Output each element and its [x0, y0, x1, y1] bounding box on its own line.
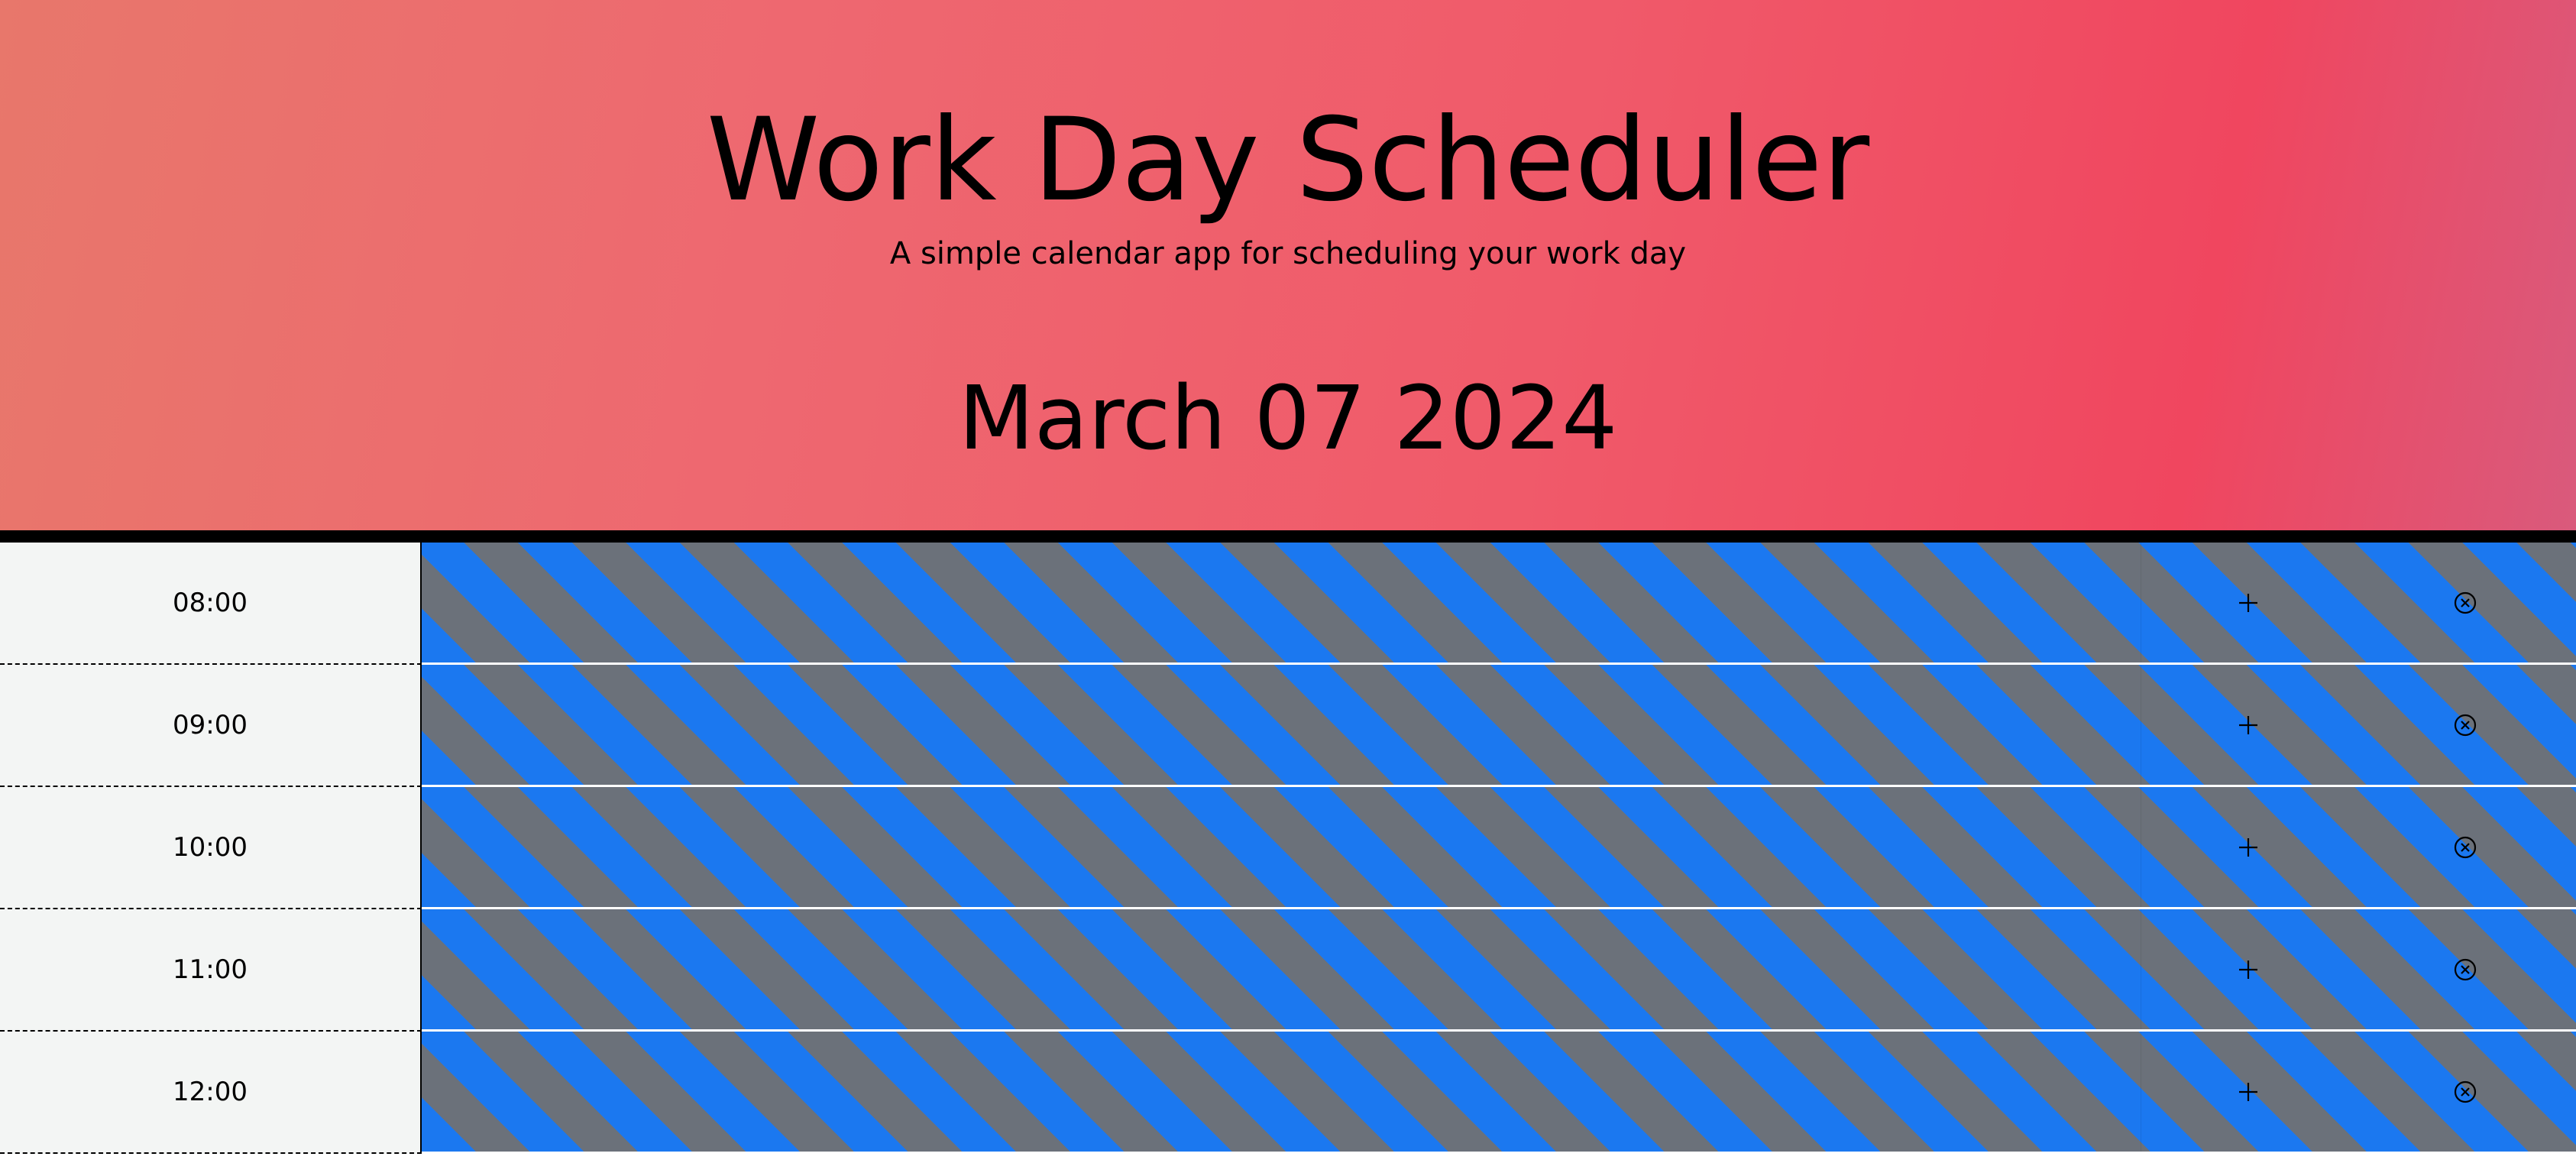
clear-event-button[interactable]	[2354, 909, 2576, 1029]
hour-label: 11:00	[0, 909, 422, 1032]
x-circle-icon	[2453, 835, 2477, 860]
event-slot	[422, 543, 2576, 665]
plus-icon	[2237, 591, 2260, 614]
add-event-button[interactable]	[2141, 909, 2354, 1029]
header: Work Day Scheduler A simple calendar app…	[0, 0, 2576, 530]
time-block-row: 10:00	[0, 787, 2576, 909]
current-date: March 07 2024	[958, 368, 1618, 470]
page-subtitle: A simple calendar app for scheduling you…	[889, 236, 1687, 271]
time-block-list: 08:00 09:00 10:00 11:00 12:00	[0, 543, 2576, 1154]
time-block-row: 08:00	[0, 543, 2576, 665]
hour-label: 10:00	[0, 787, 422, 909]
plus-icon	[2237, 714, 2260, 737]
event-slot	[422, 1032, 2576, 1154]
header-divider	[0, 530, 2576, 543]
time-block-row: 12:00	[0, 1032, 2576, 1154]
clear-event-button[interactable]	[2354, 665, 2576, 785]
add-event-button[interactable]	[2141, 665, 2354, 785]
plus-icon	[2237, 1080, 2260, 1103]
x-circle-icon	[2453, 1080, 2477, 1104]
clear-event-button[interactable]	[2354, 543, 2576, 662]
event-slot	[422, 909, 2576, 1032]
event-input[interactable]	[422, 909, 2141, 1029]
event-slot	[422, 787, 2576, 909]
hour-label: 08:00	[0, 543, 422, 665]
x-circle-icon	[2453, 591, 2477, 615]
clear-event-button[interactable]	[2354, 1032, 2576, 1152]
add-event-button[interactable]	[2141, 787, 2354, 907]
event-input[interactable]	[422, 787, 2141, 907]
add-event-button[interactable]	[2141, 1032, 2354, 1152]
x-circle-icon	[2453, 957, 2477, 982]
plus-icon	[2237, 958, 2260, 981]
x-circle-icon	[2453, 713, 2477, 737]
event-input[interactable]	[422, 1032, 2141, 1152]
hour-label: 09:00	[0, 665, 422, 787]
clear-event-button[interactable]	[2354, 787, 2576, 907]
page-title: Work Day Scheduler	[706, 94, 1870, 227]
plus-icon	[2237, 836, 2260, 859]
event-slot	[422, 665, 2576, 787]
event-input[interactable]	[422, 665, 2141, 785]
time-block-row: 11:00	[0, 909, 2576, 1032]
event-input[interactable]	[422, 543, 2141, 662]
time-block-row: 09:00	[0, 665, 2576, 787]
hour-label: 12:00	[0, 1032, 422, 1154]
add-event-button[interactable]	[2141, 543, 2354, 662]
